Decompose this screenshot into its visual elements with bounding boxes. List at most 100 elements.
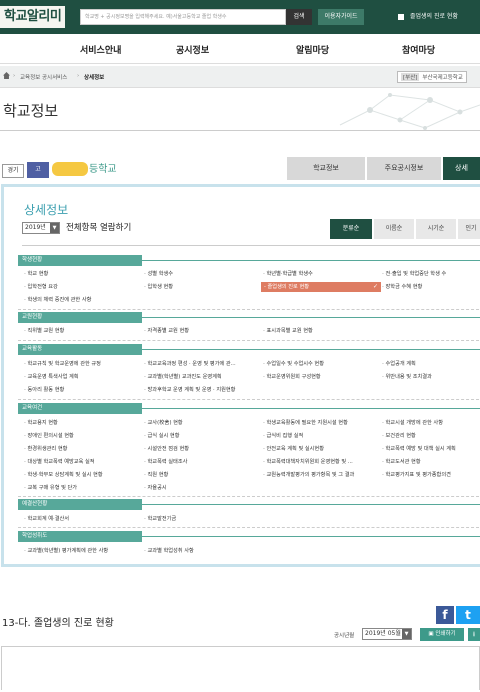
list-item[interactable]: 수업일수 및 수업시수 현황 — [263, 361, 324, 368]
search-button[interactable]: 검색 — [286, 9, 312, 25]
list-item[interactable]: 학생의 체력 증진에 관한 사항 — [24, 297, 92, 304]
list-item[interactable]: 동아리 활동 현황 — [24, 387, 65, 394]
list-item[interactable]: 수업공개 계획 — [382, 361, 416, 368]
sort-by-category-button[interactable]: 분류순 — [330, 219, 372, 239]
view-all-items[interactable]: 전체항목 열람하기 — [66, 221, 131, 233]
list-item[interactable]: 직원 현황 — [144, 472, 169, 479]
school-name: 등학교 — [52, 160, 117, 176]
list-item[interactable]: 장학금 수혜 현황 — [382, 284, 423, 291]
year-select-value: 2019년 — [25, 224, 46, 231]
chevron-right-icon: › — [13, 73, 16, 79]
list-item[interactable]: 교복 구매 유형 및 단가 — [24, 485, 78, 492]
list-item[interactable]: 학교평가지표 및 평가종합의견 — [382, 472, 451, 479]
category-budget: 예결산현황 — [18, 499, 142, 510]
sort-by-name-button[interactable]: 이름순 — [374, 219, 414, 239]
facebook-icon[interactable]: f — [436, 606, 454, 624]
list-item[interactable]: 학교교육과정 편성 · 운영 및 평가에 관... — [144, 361, 236, 368]
breadcrumb-item[interactable]: 교육정보 공시서비스 — [20, 73, 67, 81]
breadcrumb-current: 상세정보 — [84, 75, 105, 81]
list-item[interactable]: 표시과목별 교원 현황 — [263, 328, 313, 335]
list-item[interactable]: 학생·학부모 상담계획 및 실시 현황 — [24, 472, 103, 479]
list-item-selected[interactable]: 졸업생의 진로 현황 — [261, 282, 381, 292]
site-logo[interactable]: 학교알리미 — [0, 6, 66, 28]
notice-date-select[interactable]: 2019년 05월 ▼ — [362, 628, 412, 640]
divider — [18, 340, 480, 341]
list-item[interactable]: 학교폭력 예방 및 대책 실시 계획 — [382, 446, 456, 453]
nav-service-info[interactable]: 서비스안내 — [80, 43, 121, 56]
list-item[interactable]: 입학생 현황 — [144, 284, 174, 291]
list-item[interactable]: 자율공시 — [144, 485, 167, 492]
list-item[interactable]: 성별 학생수 — [144, 271, 174, 278]
list-item[interactable]: 학교도서관 현황 — [382, 459, 421, 466]
school-level-badge: 고 — [27, 162, 49, 178]
breadcrumb: › 교육정보 공시서비스 › 상세정보 [부산] 부산국제고등학교 — [0, 66, 480, 88]
home-icon[interactable] — [3, 72, 10, 79]
list-item[interactable]: 학교 현황 — [24, 271, 49, 278]
list-item[interactable]: 학교규칙 및 학교운영에 관한 규정 — [24, 361, 101, 368]
twitter-icon[interactable]: t — [456, 606, 480, 624]
tab-detail[interactable]: 상세 — [443, 157, 480, 180]
list-item[interactable]: 전·출입 및 학업중단 학생 수 — [382, 271, 447, 278]
category-teacher: 교원현황 — [18, 312, 142, 323]
print-button[interactable]: ▣ 인쇄하기 — [420, 628, 464, 641]
list-item[interactable]: 교과별 학업성취 사항 — [144, 548, 194, 555]
list-item[interactable]: 방과후학교 운영 계획 및 운영 · 지원현황 — [144, 387, 236, 394]
list-item[interactable]: 학교시설 개방에 관한 사항 — [382, 420, 443, 427]
list-item[interactable]: 학생교육활동에 필요한 지원시설 현황 — [263, 420, 348, 427]
region-badge: 경기 — [2, 164, 24, 178]
category-education-condition: 교육여건 — [18, 403, 142, 414]
list-item[interactable]: 대상별 학교폭력 예방교육 실적 — [24, 459, 95, 466]
list-item[interactable]: 급식비 집행 실적 — [263, 433, 304, 440]
nav-participation[interactable]: 참여마당 — [402, 43, 435, 56]
category-rule — [142, 536, 480, 537]
list-item[interactable]: 안전교육 계획 및 실시현황 — [263, 446, 324, 453]
list-item[interactable]: 학교운영위원회 구성현황 — [263, 374, 321, 381]
divider — [18, 496, 480, 497]
section-content-box — [1, 646, 480, 690]
list-item[interactable]: 자격종별 교원 현황 — [144, 328, 189, 335]
list-item[interactable]: 학교용지 현황 — [24, 420, 58, 427]
list-item[interactable]: 학교발전기금 — [144, 516, 177, 523]
list-item[interactable]: 시설안전 점검 현황 — [144, 446, 189, 453]
list-item[interactable]: 교육운영 특색사업 계획 — [24, 374, 79, 381]
list-item[interactable]: 환경위생관리 현황 — [24, 446, 68, 453]
list-item[interactable]: 교과별(학년별) 평가계획에 관한 사항 — [24, 548, 109, 555]
sort-by-time-button[interactable]: 시기순 — [416, 219, 456, 239]
school-name-suffix: 등학교 — [89, 164, 117, 175]
square-icon — [398, 13, 404, 20]
graduate-career-link[interactable]: 졸업생의 진로 현황 — [398, 9, 458, 25]
chevron-down-icon: ▼ — [50, 223, 59, 233]
list-item[interactable]: 학교폭력 실태조사 — [144, 459, 188, 466]
list-item[interactable]: 장애인 편의시설 현황 — [24, 433, 74, 440]
list-item[interactable]: 위반내용 및 조치결과 — [382, 374, 432, 381]
list-item[interactable]: 학교회계 예·결산서 — [24, 516, 69, 523]
print-button-label: 인쇄하기 — [435, 631, 456, 637]
search-input[interactable]: 학교명 + 공시정보명을 입력해주세요. 예)서울고등학교 졸업 학생수 — [80, 9, 286, 25]
nav-notice[interactable]: 알림마당 — [296, 43, 329, 56]
download-icon[interactable]: ⭳ — [468, 628, 480, 641]
detail-title: 상세정보 — [24, 203, 69, 217]
tab-key-disclosure[interactable]: 주요공시정보 — [367, 157, 441, 180]
top-bar: 학교알리미 학교명 + 공시정보명을 입력해주세요. 예)서울고등학교 졸업 학… — [0, 0, 480, 34]
list-item[interactable]: 교사(校舍) 현황 — [144, 420, 183, 427]
page-root: { "header": { "logo": "학교알리미", "search_p… — [0, 0, 480, 692]
tab-school-info[interactable]: 학교정보 — [287, 157, 365, 180]
nav-public-info[interactable]: 공시정보 — [176, 43, 209, 56]
list-item[interactable]: 입학전형 요강 — [24, 284, 58, 291]
list-item[interactable]: 교원능력개발평가의 평가항목 및 그 결과 — [263, 472, 355, 479]
page-title: 학교정보 — [3, 102, 59, 120]
list-item[interactable]: 교과별(학년별) 교과진도 운영계획 — [144, 374, 222, 381]
sort-by-popularity-button[interactable]: 인기 — [458, 219, 480, 239]
list-item[interactable]: 직위별 교원 현황 — [24, 328, 65, 335]
year-select[interactable]: 2019년 ▼ — [22, 222, 60, 234]
category-achievement: 학업성취도 — [18, 531, 142, 542]
section-heading: 13-다. 졸업생의 진로 현황 — [2, 618, 114, 629]
list-item[interactable]: 보건관리 현황 — [382, 433, 416, 440]
user-guide-button[interactable]: 이용자가이드 — [318, 9, 364, 25]
list-item[interactable]: 학교폭력대책자치위원회 운영현황 및 ... — [263, 459, 353, 466]
list-item[interactable]: 학년별·학급별 학생수 — [263, 271, 313, 278]
redaction-mark — [52, 162, 88, 176]
notice-date-label: 공시년월 — [334, 633, 355, 639]
list-item[interactable]: 급식 실시 현황 — [144, 433, 180, 440]
current-school-badge: [부산] 부산국제고등학교 — [397, 71, 467, 83]
